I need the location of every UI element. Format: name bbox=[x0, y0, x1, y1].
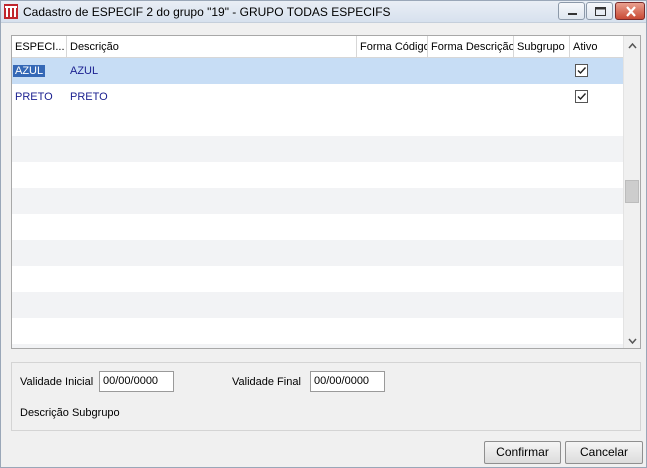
grid-rows: AZUL AZUL PRETO PRETO bbox=[12, 58, 623, 348]
scrollbar-thumb[interactable] bbox=[625, 180, 639, 203]
window-title: Cadastro de ESPECIF 2 do grupo "19" - GR… bbox=[23, 5, 391, 19]
empty-row bbox=[12, 110, 623, 136]
empty-row bbox=[12, 292, 623, 318]
ativo-checkbox[interactable] bbox=[575, 64, 588, 77]
confirm-button[interactable]: Confirmar bbox=[484, 441, 561, 464]
close-icon bbox=[626, 6, 636, 17]
column-header-especif[interactable]: ESPECI... bbox=[12, 36, 67, 58]
ativo-checkbox[interactable] bbox=[575, 90, 588, 103]
vertical-scrollbar[interactable] bbox=[623, 36, 640, 348]
table-row[interactable]: AZUL AZUL bbox=[12, 58, 623, 84]
column-header-forma-codigo[interactable]: Forma Código bbox=[357, 36, 428, 58]
especif-grid[interactable]: ESPECI... Descrição Forma Código Forma D… bbox=[11, 35, 641, 349]
cell-descricao[interactable]: AZUL bbox=[67, 58, 98, 84]
cell-especif-text: AZUL bbox=[13, 65, 46, 77]
empty-row bbox=[12, 318, 623, 344]
title-bar[interactable]: Cadastro de ESPECIF 2 do grupo "19" - GR… bbox=[1, 1, 646, 23]
scroll-up-icon[interactable] bbox=[624, 38, 641, 55]
app-logo-icon bbox=[4, 4, 18, 19]
cell-especif[interactable]: PRETO bbox=[12, 84, 53, 110]
empty-row bbox=[12, 162, 623, 188]
close-button[interactable] bbox=[615, 2, 645, 20]
empty-row bbox=[12, 266, 623, 292]
cell-especif[interactable]: AZUL bbox=[12, 58, 46, 84]
validade-final-input[interactable]: 00/00/0000 bbox=[310, 371, 385, 392]
table-row[interactable]: PRETO PRETO bbox=[12, 84, 623, 110]
column-header-subgrupo[interactable]: Subgrupo bbox=[514, 36, 570, 58]
empty-row bbox=[12, 188, 623, 214]
grid-header: ESPECI... Descrição Forma Código Forma D… bbox=[12, 36, 623, 58]
checkmark-icon bbox=[577, 93, 587, 101]
validade-inicial-input[interactable]: 00/00/0000 bbox=[99, 371, 174, 392]
empty-row bbox=[12, 136, 623, 162]
checkmark-icon bbox=[577, 67, 587, 75]
maximize-icon bbox=[595, 7, 606, 16]
minimize-button[interactable] bbox=[558, 2, 585, 20]
empty-row bbox=[12, 214, 623, 240]
cell-descricao[interactable]: PRETO bbox=[67, 84, 108, 110]
column-header-descricao[interactable]: Descrição bbox=[67, 36, 357, 58]
maximize-button[interactable] bbox=[586, 2, 613, 20]
minimize-icon bbox=[568, 13, 577, 15]
column-header-forma-descricao[interactable]: Forma Descrição bbox=[428, 36, 514, 58]
validade-inicial-label: Validade Inicial bbox=[20, 376, 94, 388]
scroll-down-icon[interactable] bbox=[624, 332, 641, 349]
empty-row bbox=[12, 344, 623, 348]
details-panel: Validade Inicial 00/00/0000 Validade Fin… bbox=[11, 362, 641, 431]
empty-row bbox=[12, 240, 623, 266]
validade-final-label: Validade Final bbox=[232, 376, 301, 388]
column-header-ativo[interactable]: Ativo bbox=[570, 36, 623, 58]
descricao-subgrupo-label: Descrição Subgrupo bbox=[20, 407, 120, 419]
dialog-window: Cadastro de ESPECIF 2 do grupo "19" - GR… bbox=[0, 0, 647, 468]
cancel-button[interactable]: Cancelar bbox=[565, 441, 643, 464]
